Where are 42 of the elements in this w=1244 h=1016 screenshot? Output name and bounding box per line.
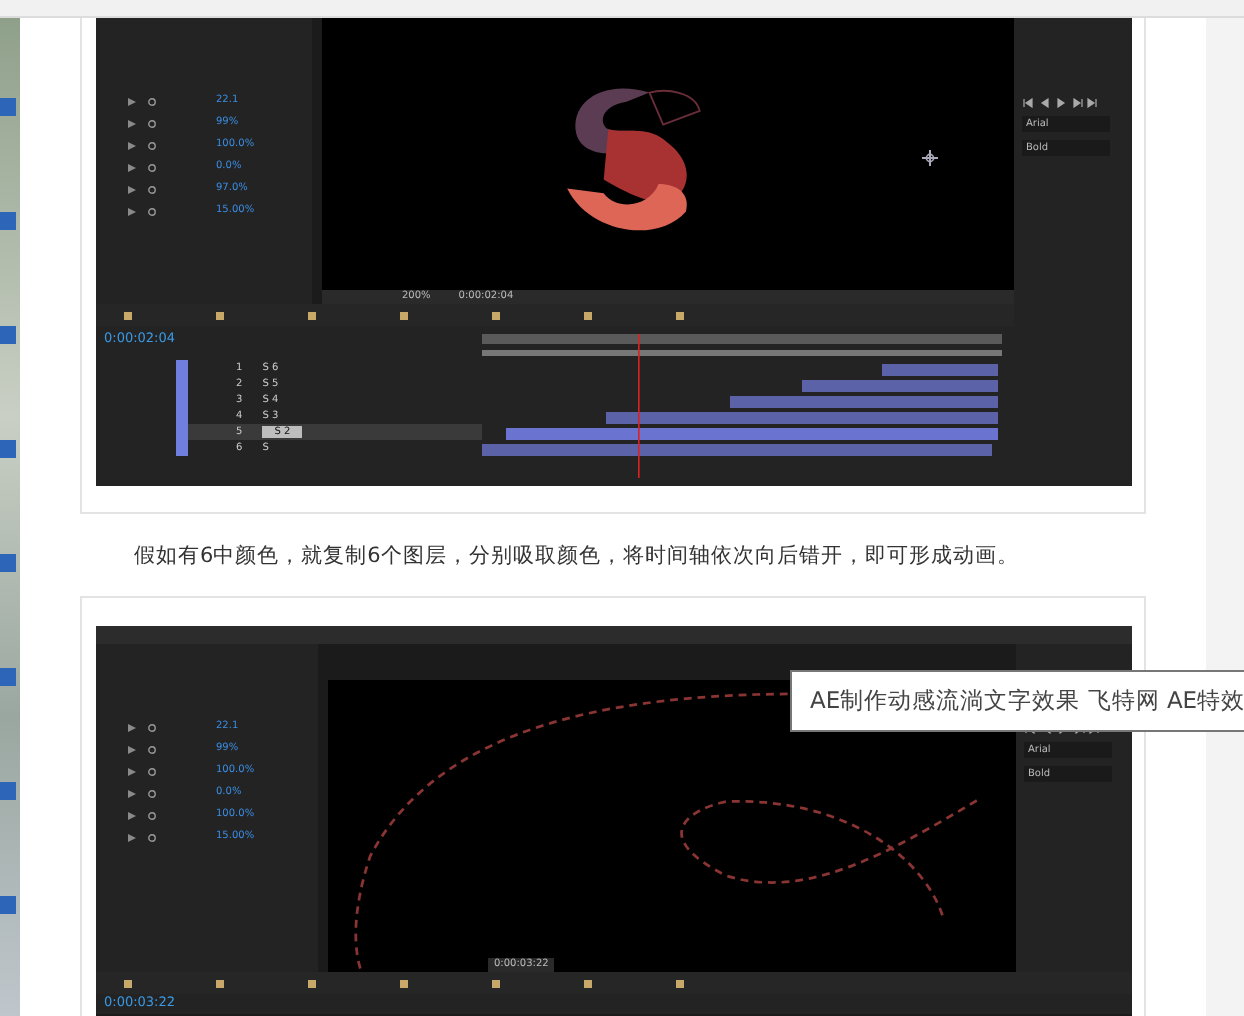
- stopwatch-icon[interactable]: [148, 97, 156, 105]
- expand-arrow-icon[interactable]: [128, 207, 136, 215]
- tab-color-icon[interactable]: [400, 311, 408, 319]
- expand-arrow-icon[interactable]: [128, 789, 136, 797]
- tab-color-icon[interactable]: [308, 311, 316, 319]
- stopwatch-icon[interactable]: [148, 723, 156, 731]
- expand-arrow-icon[interactable]: [128, 163, 136, 171]
- tab-color-icon[interactable]: [492, 979, 500, 987]
- stopwatch-icon[interactable]: [148, 141, 156, 149]
- stopwatch-icon[interactable]: [148, 767, 156, 775]
- tab-color-icon[interactable]: [216, 311, 224, 319]
- playback-controls-drawing[interactable]: [1022, 98, 1102, 108]
- expand-arrow-icon[interactable]: [128, 723, 136, 731]
- expand-arrow-icon[interactable]: [128, 811, 136, 819]
- tab-color-icon[interactable]: [124, 979, 132, 987]
- tab-color-icon[interactable]: [676, 979, 684, 987]
- expand-arrow-icon[interactable]: [128, 185, 136, 193]
- expand-arrow-icon[interactable]: [128, 745, 136, 753]
- tab-color-icon[interactable]: [216, 979, 224, 987]
- stopwatch-icon[interactable]: [148, 745, 156, 753]
- expand-arrow-icon[interactable]: [128, 97, 136, 105]
- tab-color-icon[interactable]: [492, 311, 500, 319]
- expand-arrow-icon[interactable]: [128, 141, 136, 149]
- expand-arrow-icon[interactable]: [128, 767, 136, 775]
- tab-color-icon[interactable]: [400, 979, 408, 987]
- stopwatch-icon[interactable]: [148, 789, 156, 797]
- crosshair-icon: [922, 150, 938, 166]
- stopwatch-icon[interactable]: [148, 833, 156, 841]
- tooltip: AE制作动感流淌文字效果 飞特网 AE特效: [790, 670, 1244, 732]
- tab-color-icon[interactable]: [584, 979, 592, 987]
- stopwatch-icon[interactable]: [148, 119, 156, 127]
- expand-arrow-icon[interactable]: [128, 833, 136, 841]
- tab-color-icon[interactable]: [584, 311, 592, 319]
- stopwatch-icon[interactable]: [148, 185, 156, 193]
- tab-color-icon[interactable]: [676, 311, 684, 319]
- tab-color-icon[interactable]: [308, 979, 316, 987]
- expand-arrow-icon[interactable]: [128, 119, 136, 127]
- caption-text: 假如有6中颜色，就复制6个图层，分别吸取颜色，将时间轴依次向后错开，即可形成动画。: [134, 542, 1021, 572]
- stopwatch-icon[interactable]: [148, 163, 156, 171]
- stopwatch-icon[interactable]: [148, 207, 156, 215]
- tab-color-icon[interactable]: [124, 311, 132, 319]
- stopwatch-icon[interactable]: [148, 811, 156, 819]
